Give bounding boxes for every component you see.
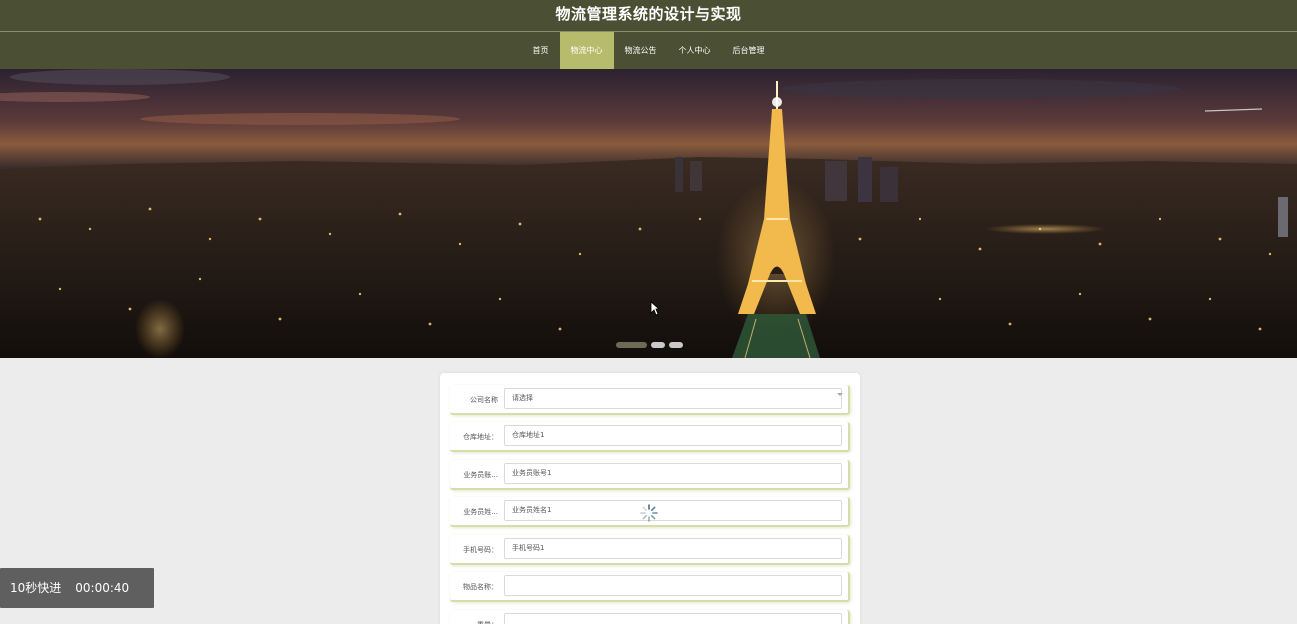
salesman-name-input[interactable]: 业务员姓名1 [504, 500, 842, 521]
salesman-account-input[interactable]: 业务员账号1 [504, 463, 842, 484]
banner-image[interactable] [0, 69, 1297, 358]
video-playback-overlay[interactable]: 10秒快进 00:00:40 [0, 568, 154, 608]
nav-item-logistics-center[interactable]: 物流中心 [559, 32, 614, 69]
warehouse-address-label: 仓库地址： [463, 433, 498, 441]
form-row-warehouse: 仓库地址： 仓库地址1 [450, 422, 850, 452]
weight-input[interactable] [504, 613, 842, 624]
carousel-dot-2[interactable] [651, 342, 665, 348]
company-name-select[interactable]: 请选择 [504, 388, 842, 409]
form-row-item-name: 物品名称： [450, 572, 850, 602]
form-row-salesman-account: 业务员账... 业务员账号1 [450, 460, 850, 490]
nav-item-admin[interactable]: 后台管理 [722, 32, 776, 69]
header-bar: 物流管理系统的设计与实现 首页 物流中心 物流公告 个人中心 后台管理 [0, 0, 1297, 69]
carousel-dot-1[interactable] [616, 342, 647, 348]
chevron-down-icon [837, 393, 843, 396]
item-name-label: 物品名称： [463, 583, 498, 591]
form-row-weight: 重量： [450, 610, 850, 624]
warehouse-address-input[interactable]: 仓库地址1 [504, 425, 842, 446]
city-night-image [0, 69, 1297, 358]
weight-label: 重量： [450, 610, 498, 624]
company-name-label: 公司名称 [470, 396, 498, 404]
carousel-indicators [616, 342, 683, 348]
main-nav: 首页 物流中心 物流公告 个人中心 后台管理 [0, 32, 1297, 69]
nav-item-personal-center[interactable]: 个人中心 [668, 32, 722, 69]
form-row-company: 公司名称 请选择 [450, 385, 850, 415]
phone-label: 手机号码： [463, 546, 498, 554]
nav-item-logistics-notice[interactable]: 物流公告 [614, 32, 668, 69]
salesman-name-label: 业务员姓... [463, 508, 498, 516]
logistics-form: 公司名称 请选择 仓库地址： 仓库地址1 业务员账... 业务员账号1 业务员姓… [440, 373, 860, 624]
mouse-cursor-icon [650, 301, 660, 316]
loading-spinner-icon [640, 504, 658, 522]
playback-time: 00:00:40 [75, 581, 130, 595]
salesman-account-label: 业务员账... [463, 471, 498, 479]
fast-forward-label: 10秒快进 [10, 581, 62, 595]
nav-item-home[interactable]: 首页 [522, 32, 560, 69]
form-row-phone: 手机号码： 手机号码1 [450, 535, 850, 565]
phone-input[interactable]: 手机号码1 [504, 538, 842, 559]
page-title: 物流管理系统的设计与实现 [555, 5, 742, 23]
item-name-input[interactable] [504, 575, 842, 596]
carousel-dot-3[interactable] [669, 342, 683, 348]
